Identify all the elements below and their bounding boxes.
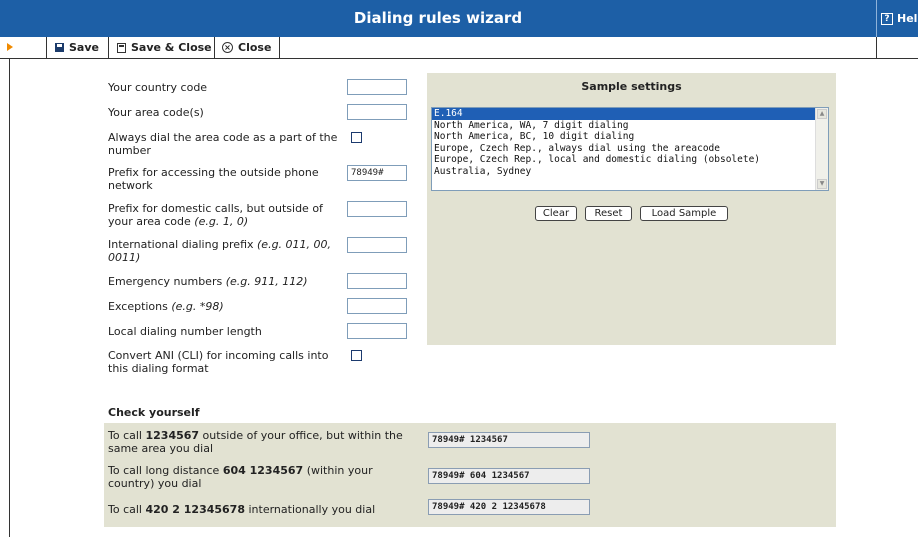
sample-item[interactable]: E.164 — [432, 108, 817, 120]
check-row-label: To call 1234567 outside of your office, … — [108, 429, 403, 455]
domestic-prefix-hint: (e.g. 1, 0) — [194, 215, 249, 228]
emergency-hint: (e.g. 911, 112) — [225, 275, 308, 288]
check-yourself-heading: Check yourself — [108, 406, 200, 419]
domestic-prefix-input[interactable] — [347, 201, 407, 217]
exceptions-label: Exceptions (e.g. *98) — [108, 300, 343, 313]
sample-item[interactable]: Europe, Czech Rep., local and domestic d… — [432, 154, 817, 166]
save-close-button[interactable]: Save & Close — [117, 37, 212, 58]
area-codes-label: Your area code(s) — [108, 106, 204, 119]
check-row-result: 78949# 1234567 — [428, 432, 590, 448]
toolbar: Save Save & Close × Close — [0, 37, 918, 59]
domestic-prefix-label: Prefix for domestic calls, but outside o… — [108, 202, 343, 228]
check-row-label: To call long distance 604 1234567 (withi… — [108, 464, 403, 490]
title-divider — [876, 0, 877, 37]
always-dial-area-label: Always dial the area code as a part of t… — [108, 131, 338, 157]
check-row-label: To call 420 2 12345678 internationally y… — [108, 503, 403, 516]
outside-prefix-input[interactable] — [347, 165, 407, 181]
sample-item[interactable]: Europe, Czech Rep., always dial using th… — [432, 143, 817, 155]
toolbar-divider — [46, 37, 47, 58]
emergency-label: Emergency numbers (e.g. 911, 112) — [108, 275, 343, 288]
check-row-number: 420 2 12345678 — [145, 503, 245, 516]
sample-item[interactable]: North America, BC, 10 digit dialing — [432, 131, 817, 143]
sample-settings-list[interactable]: E.164 North America, WA, 7 digit dialing… — [431, 107, 829, 191]
country-code-label: Your country code — [108, 81, 208, 94]
load-sample-button[interactable]: Load Sample — [640, 206, 728, 221]
toolbar-divider — [214, 37, 215, 58]
help-button[interactable]: ? Hel — [881, 12, 917, 25]
close-button[interactable]: × Close — [222, 37, 271, 58]
check-row-pre: To call — [108, 429, 146, 442]
save-button[interactable]: Save — [55, 37, 99, 58]
check-row-pre: To call long distance — [108, 464, 223, 477]
sample-settings-title: Sample settings — [581, 80, 682, 93]
sample-settings-panel: Sample settings E.164 North America, WA,… — [427, 73, 836, 345]
content-border — [9, 58, 10, 537]
toolbar-divider — [108, 37, 109, 58]
title-bar: Dialing rules wizard ? Hel — [0, 0, 918, 37]
clear-button[interactable]: Clear — [535, 206, 577, 221]
intl-prefix-input[interactable] — [347, 237, 407, 253]
close-circle-icon: × — [222, 42, 233, 53]
save-label: Save — [69, 41, 99, 54]
check-row-result: 78949# 420 2 12345678 — [428, 499, 590, 515]
list-scrollbar[interactable]: ▲ ▼ — [815, 108, 828, 190]
menu-arrow-icon[interactable] — [7, 43, 13, 51]
floppy-disk-icon — [117, 42, 126, 53]
check-row-post: internationally you dial — [245, 503, 376, 516]
exceptions-input[interactable] — [347, 298, 407, 314]
exceptions-hint: (e.g. *98) — [171, 300, 224, 313]
local-length-input[interactable] — [347, 323, 407, 339]
help-label: Hel — [897, 12, 918, 25]
window-title: Dialing rules wizard — [353, 9, 523, 27]
intl-prefix-label: International dialing prefix (e.g. 011, … — [108, 238, 343, 264]
check-row-number: 604 1234567 — [222, 464, 304, 477]
emergency-input[interactable] — [347, 273, 407, 289]
save-close-label: Save & Close — [131, 41, 212, 54]
help-icon: ? — [881, 12, 893, 25]
country-code-input[interactable] — [347, 79, 407, 95]
outside-prefix-label: Prefix for accessing the outside phone n… — [108, 166, 319, 192]
always-dial-area-checkbox[interactable] — [351, 132, 362, 143]
check-row-number: 1234567 — [145, 429, 200, 442]
sample-item[interactable]: Australia, Sydney — [432, 166, 817, 178]
exceptions-text: Exceptions — [108, 300, 168, 313]
intl-prefix-text: International dialing prefix — [108, 238, 254, 251]
sample-item[interactable]: North America, WA, 7 digit dialing — [432, 120, 817, 132]
emergency-text: Emergency numbers — [108, 275, 223, 288]
convert-ani-checkbox[interactable] — [351, 350, 362, 361]
scroll-up-icon[interactable]: ▲ — [817, 109, 827, 119]
check-yourself-panel: To call 1234567 outside of your office, … — [104, 423, 836, 527]
area-codes-input[interactable] — [347, 104, 407, 120]
convert-ani-label: Convert ANI (CLI) for incoming calls int… — [108, 349, 329, 375]
reset-button[interactable]: Reset — [585, 206, 632, 221]
check-row-pre: To call — [108, 503, 146, 516]
toolbar-divider — [279, 37, 280, 58]
scroll-down-icon[interactable]: ▼ — [817, 179, 827, 189]
local-length-label: Local dialing number length — [108, 325, 262, 338]
floppy-disk-icon — [55, 43, 64, 52]
check-row-result: 78949# 604 1234567 — [428, 468, 590, 484]
close-label: Close — [238, 41, 272, 54]
toolbar-divider — [876, 37, 877, 58]
